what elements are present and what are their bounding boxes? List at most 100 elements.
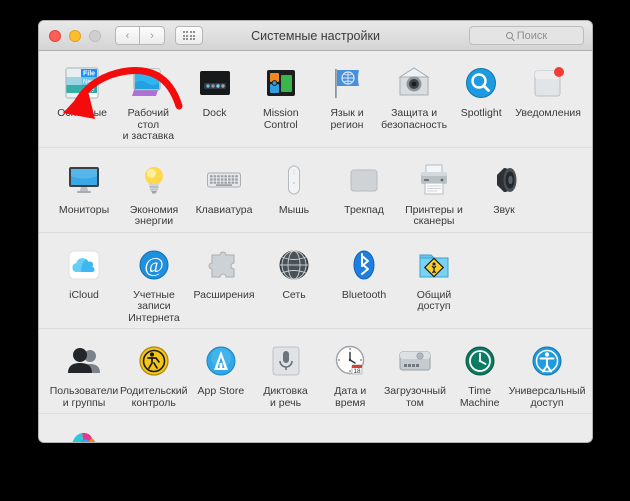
pref-item-choosy[interactable]: Choosy: [50, 425, 118, 442]
show-all-button[interactable]: [175, 26, 203, 45]
preference-row: iCloud @ Учетные записи Интернета Расшир…: [39, 233, 592, 329]
pref-item-extensions[interactable]: Расширения: [190, 244, 258, 325]
pref-item-label: Mission Control: [262, 107, 299, 131]
printers-scanners-icon: [413, 159, 455, 201]
pref-item-sound[interactable]: Звук: [470, 159, 538, 228]
preferences-grid: File New Ope Основные Рабочий стол и зас…: [39, 51, 592, 442]
search-icon: [505, 32, 513, 39]
time-machine-icon: [459, 340, 501, 382]
app-store-icon: [200, 340, 242, 382]
date-time-icon: 18: [329, 340, 371, 382]
svg-text:New: New: [83, 80, 96, 86]
parental-controls-icon: [133, 340, 175, 382]
pref-item-date-time[interactable]: 18 Дата и время: [319, 340, 382, 409]
pref-item-label: Рабочий стол и заставка: [122, 107, 175, 142]
pref-item-sharing[interactable]: Общий доступ: [400, 244, 468, 325]
pref-item-label: Учетные записи Интернета: [128, 288, 180, 324]
pref-item-label: Клавиатура: [195, 203, 253, 216]
pref-item-label: Принтеры и сканеры: [405, 203, 463, 227]
pref-item-time-machine[interactable]: Time Machine: [448, 340, 511, 409]
pref-item-language[interactable]: Язык и регион: [315, 62, 379, 143]
pref-item-spotlight[interactable]: Spotlight: [449, 62, 513, 143]
keyboard-icon: [203, 159, 245, 201]
pref-item-label: Bluetooth: [341, 288, 387, 301]
pref-item-mission-control[interactable]: Mission Control: [249, 62, 313, 143]
accessibility-icon: [526, 340, 568, 382]
pref-item-label: Мониторы: [58, 203, 110, 216]
pref-item-label: iCloud: [69, 288, 99, 301]
pref-item-network[interactable]: Сеть: [260, 244, 328, 325]
nav-button-group: ‹ ›: [115, 26, 165, 45]
pref-item-desktop[interactable]: Рабочий стол и заставка: [116, 62, 180, 143]
pref-item-label: Трекпад: [344, 203, 384, 216]
pref-item-label: Dock: [202, 107, 227, 119]
minimize-button[interactable]: [69, 29, 81, 42]
pref-item-dock[interactable]: Dock: [182, 62, 246, 143]
bluetooth-icon: [343, 244, 385, 286]
search-placeholder: Поиск: [516, 29, 548, 42]
preference-row: Пользователи и группы Родительский контр…: [39, 329, 592, 414]
pref-item-accessibility[interactable]: Универсальный доступ: [509, 340, 585, 409]
window-titlebar: ‹ › Системные настройки Поиск: [39, 21, 592, 51]
displays-icon: [63, 159, 105, 201]
pref-item-mouse[interactable]: Мышь: [260, 159, 328, 228]
grid-icon: [182, 31, 196, 40]
pref-item-label: Родительский контроль: [120, 385, 188, 409]
pref-item-app-store[interactable]: App Store: [190, 340, 253, 409]
zoom-button: [89, 29, 101, 42]
preference-row: Мониторы Экономия энергии Клавиатура Мыш…: [39, 148, 592, 233]
pref-item-label: Дата и время: [334, 385, 367, 409]
back-button[interactable]: ‹: [115, 26, 140, 45]
pref-item-label: Расширения: [193, 288, 255, 301]
svg-text:18: 18: [354, 368, 362, 375]
search-input[interactable]: Поиск: [469, 26, 584, 45]
pref-item-bluetooth[interactable]: Bluetooth: [330, 244, 398, 325]
svg-text:Ope: Ope: [83, 88, 95, 94]
pref-item-label: Уведомления: [515, 107, 581, 119]
pref-item-security[interactable]: Защита и безопасность: [381, 62, 447, 143]
pref-item-dictation[interactable]: Диктовка и речь: [254, 340, 317, 409]
pref-item-label: Сеть: [282, 288, 306, 301]
pref-item-displays[interactable]: Мониторы: [50, 159, 118, 228]
dock-icon: [194, 62, 236, 104]
trackpad-icon: [343, 159, 385, 201]
general-icon: File New Ope: [61, 62, 103, 104]
users-groups-icon: [63, 340, 105, 382]
pref-item-label: Диктовка и речь: [263, 385, 308, 409]
traffic-lights: [49, 29, 101, 42]
mission-control-icon: [260, 62, 302, 104]
pref-item-trackpad[interactable]: Трекпад: [330, 159, 398, 228]
energy-saver-icon: [133, 159, 175, 201]
pref-item-label: Загрузочный том: [383, 385, 446, 409]
extensions-icon: [203, 244, 245, 286]
forward-button[interactable]: ›: [140, 26, 165, 45]
svg-text:@: @: [144, 253, 163, 277]
preference-row: File New Ope Основные Рабочий стол и зас…: [39, 51, 592, 148]
pref-item-icloud[interactable]: iCloud: [50, 244, 118, 325]
language-region-icon: [326, 62, 368, 104]
internet-accounts-icon: @: [133, 244, 175, 286]
pref-item-label: App Store: [197, 385, 245, 397]
pref-item-keyboard[interactable]: Клавиатура: [190, 159, 258, 228]
preference-row: Choosy: [39, 414, 592, 442]
pref-item-users-groups[interactable]: Пользователи и группы: [50, 340, 118, 409]
pref-item-label: Общий доступ: [416, 288, 452, 312]
pref-item-label: Универсальный доступ: [508, 385, 586, 409]
pref-item-startup-disk[interactable]: Загрузочный том: [384, 340, 447, 409]
choosy-icon: [63, 425, 105, 442]
mouse-icon: [273, 159, 315, 201]
pref-item-general[interactable]: File New Ope Основные: [50, 62, 114, 143]
pref-item-internet-accounts[interactable]: @ Учетные записи Интернета: [120, 244, 188, 325]
close-button[interactable]: [49, 29, 61, 42]
pref-item-label: Защита и безопасность: [381, 107, 448, 131]
pref-item-notifications[interactable]: Уведомления: [515, 62, 581, 143]
pref-item-parental-controls[interactable]: Родительский контроль: [120, 340, 188, 409]
security-privacy-icon: [393, 62, 435, 104]
pref-item-label: Мышь: [278, 203, 310, 216]
icloud-icon: [63, 244, 105, 286]
pref-item-label: Язык и регион: [330, 107, 364, 131]
svg-text:File: File: [83, 71, 95, 78]
pref-item-energy-saver[interactable]: Экономия энергии: [120, 159, 188, 228]
pref-item-label: Time Machine: [459, 385, 500, 409]
pref-item-printers[interactable]: Принтеры и сканеры: [400, 159, 468, 228]
